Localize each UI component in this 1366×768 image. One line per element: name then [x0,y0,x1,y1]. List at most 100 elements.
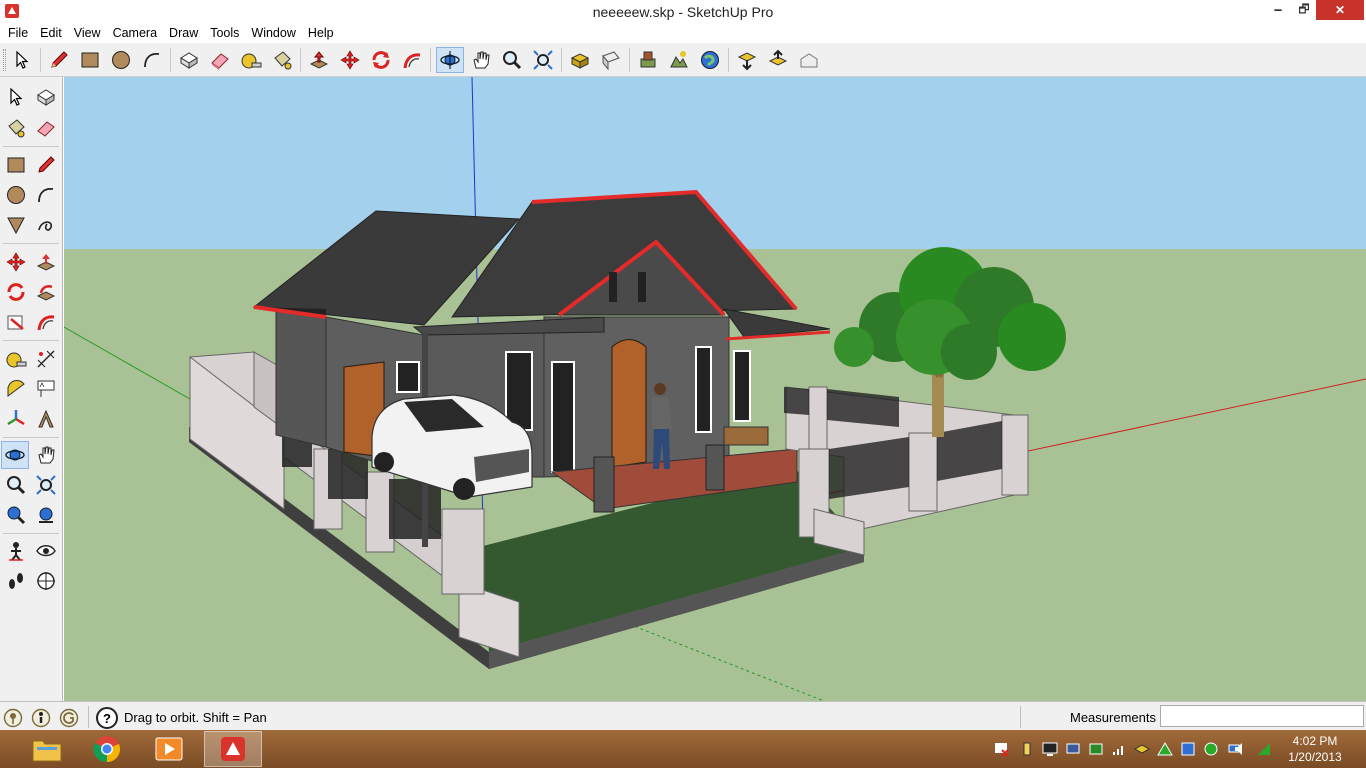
palette-zoom-window-button[interactable] [32,471,60,499]
menu-view[interactable]: View [68,26,107,40]
palette-rectangle-button[interactable] [2,151,30,179]
extension-warehouse-button[interactable] [795,47,823,73]
toggle-terrain-button[interactable] [665,47,693,73]
follow-me-button[interactable] [398,47,426,73]
tape-measure-button[interactable] [237,47,265,73]
geo-location-status[interactable] [3,708,23,728]
palette-pencil-button[interactable] [32,151,60,179]
palette-paint-bucket-button[interactable] [2,114,30,142]
account-status[interactable] [59,708,79,728]
palette-tape-measure-button[interactable] [2,345,30,373]
zoom-icon [503,51,522,70]
rotate-tool-button[interactable] [367,47,395,73]
push-pull-icon [36,254,56,271]
menu-window[interactable]: Window [245,26,301,40]
menu-file[interactable]: File [2,26,34,40]
volume-icon[interactable] [1233,741,1249,757]
wifi-signal-icon[interactable] [1256,741,1272,757]
monitor-icon[interactable] [1042,741,1058,757]
move-tool-button[interactable] [336,47,364,73]
palette-walk-button[interactable] [2,567,30,595]
select-tool-button[interactable] [8,47,36,73]
palette-rotate-button[interactable] [2,278,30,306]
palette-freehand-button[interactable] [32,211,60,239]
palette-make-component-button[interactable] [32,83,60,111]
pan-tool-button[interactable] [467,47,495,73]
palette-polygon-button[interactable] [2,211,30,239]
get-models-button[interactable] [566,47,594,73]
palette-separator [3,146,59,147]
status-hint: Drag to orbit. Shift = Pan [124,710,267,725]
palette-eraser-button[interactable] [32,114,60,142]
taskbar-sketchup[interactable] [204,731,262,767]
palette-position-camera-button[interactable] [2,537,30,565]
share-model-button[interactable] [597,47,625,73]
circle-tool-button[interactable] [107,47,135,73]
palette-orbit-button[interactable] [1,441,29,469]
taskbar-file-explorer[interactable] [18,731,76,767]
menu-camera[interactable]: Camera [107,26,163,40]
palette-select-button[interactable] [2,83,30,111]
palette-arc-button[interactable] [32,181,60,209]
palette-section-plane-button[interactable] [32,567,60,595]
zoom-tool-button[interactable] [498,47,526,73]
make-component-button[interactable] [175,47,203,73]
measurements-input[interactable] [1160,705,1364,727]
menu-draw[interactable]: Draw [163,26,204,40]
share-component-button[interactable] [764,47,792,73]
palette-follow-me-button[interactable] [32,278,60,306]
palette-dimension-button[interactable] [32,345,60,373]
menu-help[interactable]: Help [302,26,340,40]
eraser-tool-button[interactable] [206,47,234,73]
toolbar-grip[interactable] [3,49,6,71]
arc-tool-button[interactable] [138,47,166,73]
orbit-tool-button[interactable] [436,47,464,73]
minimize-button[interactable]: 🗕 [1266,0,1290,20]
menu-edit[interactable]: Edit [34,26,68,40]
palette-previous-view-button[interactable] [2,501,30,529]
palette-look-around-button[interactable] [32,537,60,565]
toolbar-separator [728,48,729,72]
add-location-button[interactable] [634,47,662,73]
credits-status[interactable] [31,708,51,728]
palette-protractor-button[interactable] [2,375,30,403]
toolbar-separator [170,48,171,72]
layers-icon[interactable] [1134,741,1150,757]
maximize-button[interactable]: 🗗 [1292,0,1316,20]
palette-zoom-extents-button[interactable] [32,501,60,529]
rectangle-tool-button[interactable] [76,47,104,73]
toggle-terrain-icon [670,51,688,68]
battery-icon[interactable] [1088,741,1104,757]
close-button[interactable]: ✕ [1316,0,1364,20]
zoom-extents-button[interactable] [529,47,557,73]
instructor-help-icon[interactable]: ? [96,707,118,729]
modeling-viewport[interactable] [64,77,1366,701]
bluetooth-icon[interactable] [1180,741,1196,757]
palette-offset-button[interactable] [32,308,60,336]
palette-3d-text-button[interactable] [32,405,60,433]
palette-zoom-button[interactable] [2,471,30,499]
get-photo-texture-button[interactable] [733,47,761,73]
preview-google-earth-button[interactable] [696,47,724,73]
signal-icon[interactable] [1111,741,1127,757]
taskbar-clock[interactable]: 4:02 PM 1/20/2013 [1280,733,1350,765]
palette-push-pull-button[interactable] [32,248,60,276]
position-camera-icon [9,542,23,561]
globe-icon[interactable] [1203,741,1219,757]
display-icon[interactable] [1065,741,1081,757]
nvidia-icon[interactable] [1157,741,1173,757]
menu-tools[interactable]: Tools [204,26,245,40]
taskbar-chrome[interactable] [78,731,136,767]
palette-text-button[interactable] [32,375,60,403]
palette-pan-button[interactable] [32,441,60,469]
action-center-icon[interactable] [993,741,1009,757]
palette-move-button[interactable] [2,248,30,276]
pencil-tool-button[interactable] [45,47,73,73]
palette-axes-button[interactable] [2,405,30,433]
taskbar-media-player[interactable] [140,731,198,767]
palette-circle-button[interactable] [2,181,30,209]
push-pull-button[interactable] [305,47,333,73]
usb-icon[interactable] [1019,741,1035,757]
paint-bucket-button[interactable] [268,47,296,73]
palette-scale-button[interactable] [2,308,30,336]
